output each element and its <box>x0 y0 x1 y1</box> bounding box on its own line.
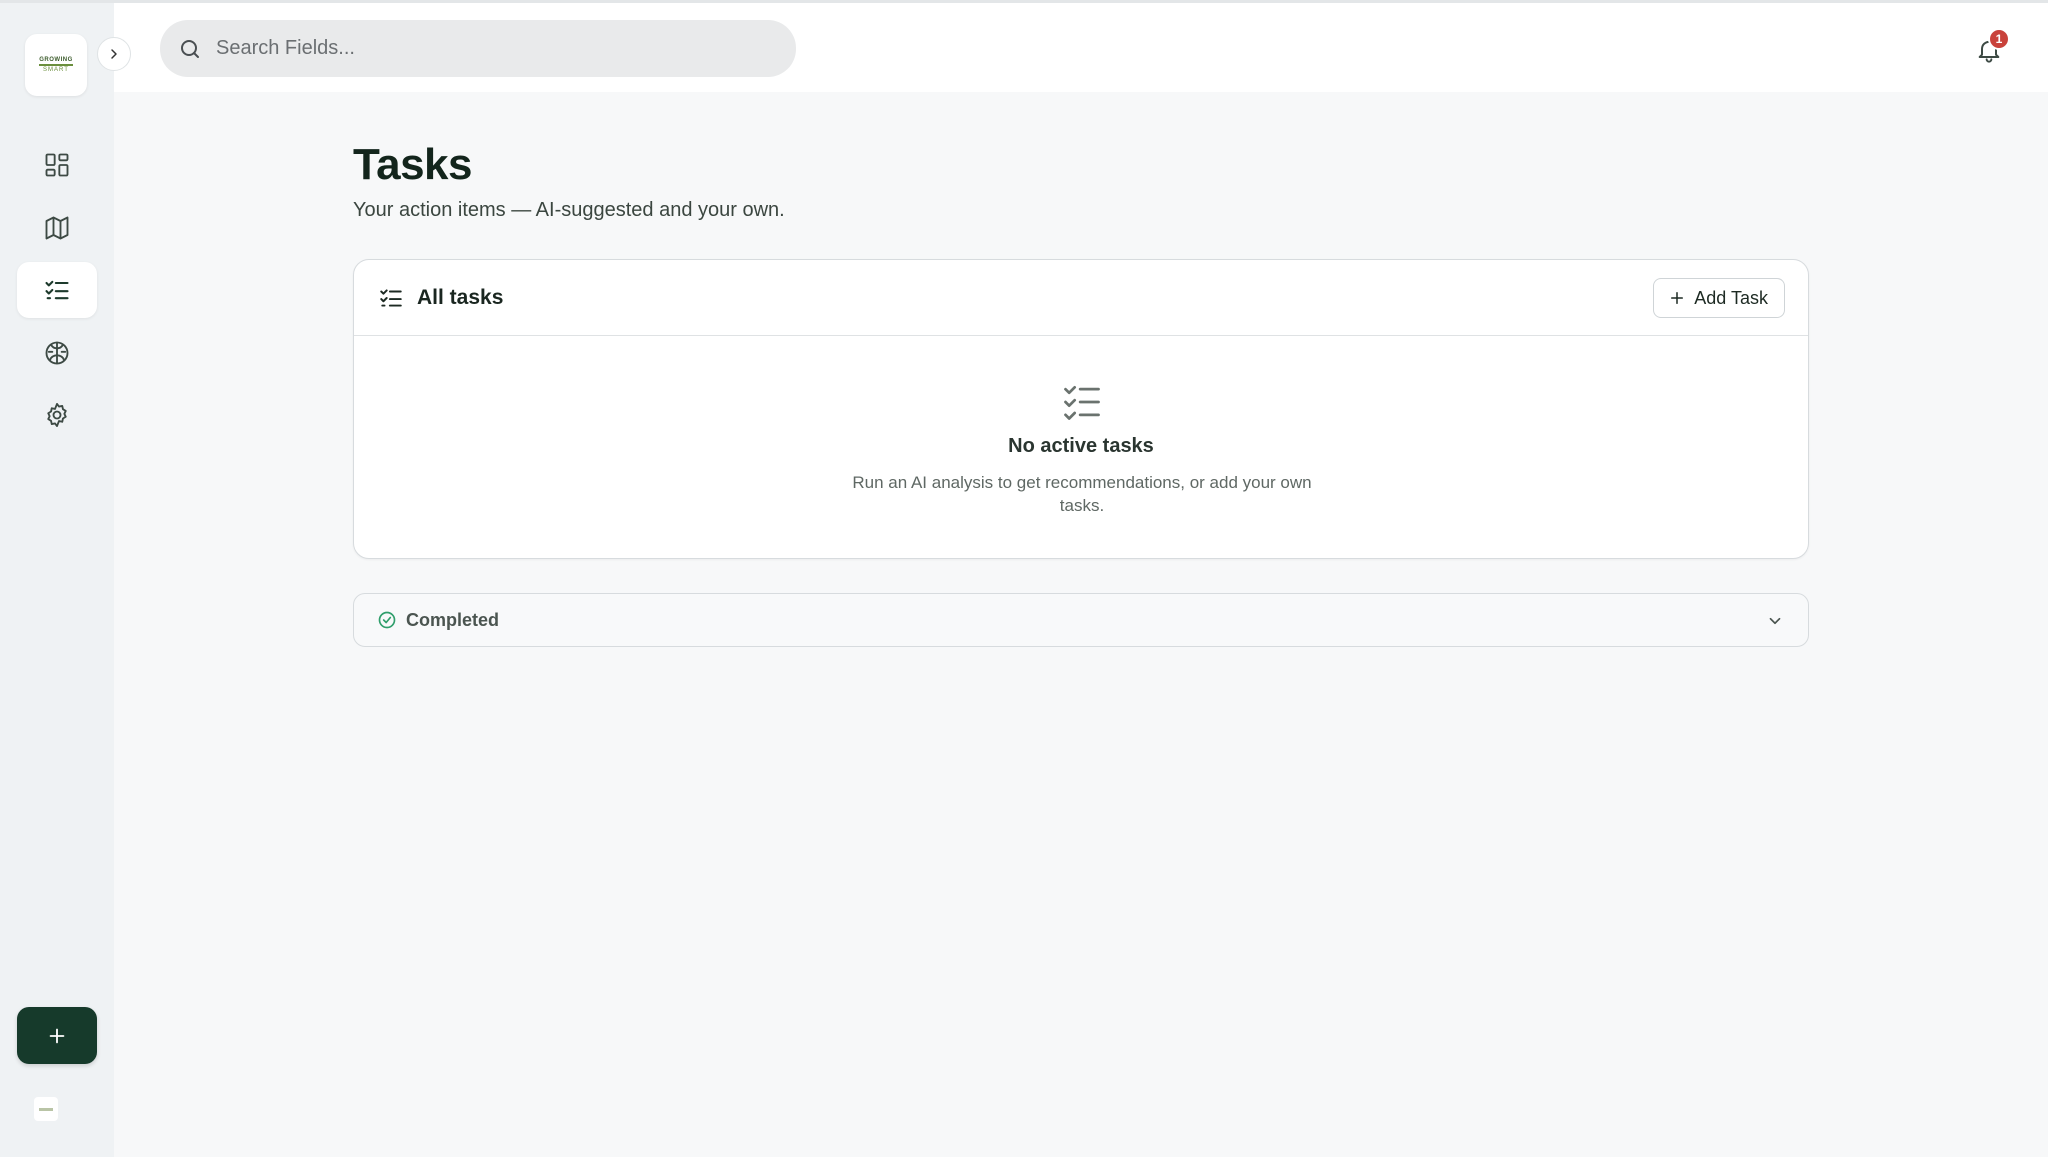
map-icon <box>45 216 69 240</box>
gear-icon <box>47 402 67 428</box>
list-checks-icon <box>45 280 69 300</box>
add-task-button[interactable]: Add Task <box>1653 278 1785 318</box>
mini-logo-mark <box>39 1107 53 1111</box>
sidebar-item-dashboard[interactable] <box>17 137 97 193</box>
empty-state-description: Run an AI analysis to get recommendation… <box>852 473 1312 515</box>
empty-list-icon <box>1064 385 1100 420</box>
check-circle-icon <box>378 611 396 629</box>
sidebar-item-map[interactable] <box>17 200 97 256</box>
app-logo[interactable]: GROWING SMART <box>25 34 87 96</box>
sidebar-item-tasks[interactable] <box>17 262 97 318</box>
sidebar-toggle-button[interactable] <box>97 37 131 71</box>
sidebar-item-ai[interactable] <box>17 325 97 381</box>
chevron-down-icon <box>1769 617 1781 625</box>
notification-badge: 1 <box>1988 28 2010 50</box>
plus-icon <box>49 1028 65 1043</box>
app-root: GROWING SMART Search Fields... 1 Tasks Y… <box>0 0 2048 1157</box>
page-subtitle: Your action items — AI-suggested and you… <box>353 199 785 221</box>
completed-label: Completed <box>406 610 500 630</box>
page-title: Tasks <box>353 140 473 189</box>
search-bar[interactable] <box>160 20 796 77</box>
brain-icon <box>45 341 69 365</box>
tasks-card-title: All tasks <box>417 286 504 309</box>
completed-section-toggle[interactable]: Completed <box>353 593 1809 647</box>
logo-text-bottom: SMART <box>43 67 69 73</box>
list-checks-icon <box>380 289 402 307</box>
search-icon <box>181 39 199 58</box>
account-avatar[interactable] <box>34 1097 58 1121</box>
logo-mark: GROWING SMART <box>36 52 76 78</box>
add-task-label: Add Task <box>1694 287 1768 308</box>
tasks-card: All tasks Add Task No active tasks Run a… <box>353 259 1809 559</box>
chevron-right-icon <box>111 49 117 59</box>
search-input[interactable] <box>216 37 776 60</box>
tasks-card-header: All tasks Add Task <box>354 260 1808 336</box>
create-button[interactable] <box>17 1007 97 1064</box>
sidebar-item-settings[interactable] <box>17 387 97 443</box>
top-bar: 1 <box>114 0 2048 92</box>
empty-state-title: No active tasks <box>1008 435 1154 457</box>
logo-divider <box>39 64 73 66</box>
sidebar: GROWING SMART <box>0 0 114 1157</box>
plus-icon <box>1671 292 1684 304</box>
grid-icon <box>45 153 69 177</box>
logo-text-top: GROWING <box>39 57 73 63</box>
